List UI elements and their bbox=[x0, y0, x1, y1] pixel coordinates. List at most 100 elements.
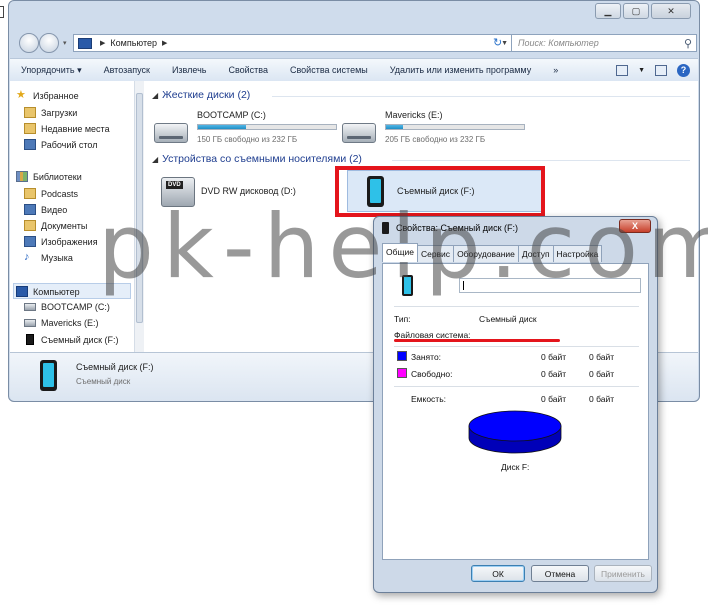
forward-button[interactable] bbox=[39, 33, 59, 53]
capacity-label: Емкость: bbox=[411, 394, 446, 404]
eject-button[interactable]: Извлечь bbox=[161, 65, 218, 75]
documents-icon bbox=[24, 220, 36, 231]
nav-item-podcasts[interactable]: Podcasts bbox=[24, 188, 78, 199]
background-window-edge bbox=[0, 6, 4, 18]
drive-usage-fill bbox=[386, 125, 403, 129]
preview-pane-icon[interactable] bbox=[655, 64, 667, 76]
autoplay-button[interactable]: Автозапуск bbox=[93, 65, 161, 75]
back-button[interactable] bbox=[19, 33, 39, 53]
group-divider bbox=[272, 96, 690, 97]
disk-usage-pie bbox=[468, 410, 562, 454]
nav-item-libraries[interactable]: Библиотеки bbox=[16, 171, 82, 182]
drive-name: BOOTCAMP (C:) bbox=[197, 110, 266, 120]
help-icon[interactable]: ? bbox=[677, 63, 690, 77]
group-header-removable[interactable]: ◢ Устройства со съемными носителями (2) bbox=[152, 153, 362, 165]
breadcrumb-arrow-icon[interactable]: ▶ bbox=[100, 39, 105, 47]
collapse-chevron-icon[interactable]: ◢ bbox=[152, 91, 158, 100]
capacity-bytes: 0 байт bbox=[541, 394, 567, 404]
view-dropdown-icon[interactable]: ▼ bbox=[638, 67, 645, 74]
window-controls: ▁ ▢ ✕ bbox=[595, 3, 691, 19]
nav-item-drive-e[interactable]: Mavericks (E:) bbox=[24, 318, 99, 328]
more-commands-button[interactable]: » bbox=[542, 65, 569, 75]
free-color-swatch bbox=[397, 368, 407, 378]
nav-item-desktop[interactable]: Рабочий стол bbox=[24, 139, 98, 150]
used-label: Занято: bbox=[411, 352, 442, 362]
apply-button[interactable]: Применить bbox=[594, 565, 652, 582]
free-size: 0 байт bbox=[589, 369, 615, 379]
nav-item-computer[interactable]: Компьютер bbox=[16, 286, 80, 297]
collapse-chevron-icon[interactable]: ◢ bbox=[152, 155, 158, 164]
star-icon: ★ bbox=[16, 89, 26, 101]
type-label: Тип: bbox=[394, 314, 411, 324]
group-divider bbox=[392, 160, 690, 161]
nav-label: Загрузки bbox=[41, 107, 78, 118]
nav-label: Mavericks (E:) bbox=[41, 318, 99, 328]
libraries-icon bbox=[16, 171, 28, 182]
address-row: ▾ ▶ Компьютер ▶ ▼ ↻ Поиск: Компьютер ⚲ bbox=[15, 31, 697, 55]
search-placeholder: Поиск: Компьютер bbox=[518, 38, 599, 48]
address-bar[interactable]: ▶ Компьютер ▶ ▼ bbox=[73, 34, 513, 52]
nav-item-music[interactable]: ♪ Музыка bbox=[24, 252, 73, 263]
group-header-hard-drives[interactable]: ◢ Жесткие диски (2) bbox=[152, 89, 250, 101]
ok-button[interactable]: ОК bbox=[471, 565, 525, 582]
drive-usage-bar bbox=[385, 124, 525, 130]
organize-label: Упорядочить bbox=[21, 64, 75, 75]
type-value: Съемный диск bbox=[479, 314, 537, 324]
refresh-icon[interactable]: ↻ bbox=[493, 36, 502, 49]
usb-drive-icon bbox=[26, 334, 34, 345]
view-options-icon[interactable] bbox=[616, 64, 629, 76]
nav-item-recent-places[interactable]: Недавние места bbox=[24, 123, 110, 134]
cancel-button[interactable]: Отмена bbox=[531, 565, 589, 582]
divider bbox=[394, 306, 639, 307]
minimize-button[interactable]: ▁ bbox=[595, 3, 621, 19]
hard-drive-icon bbox=[342, 123, 376, 143]
hard-drive-icon bbox=[24, 303, 36, 311]
desktop-icon bbox=[24, 139, 36, 150]
divider bbox=[394, 386, 639, 387]
video-icon bbox=[24, 204, 36, 215]
search-input[interactable]: Поиск: Компьютер ⚲ bbox=[511, 34, 697, 52]
system-properties-button[interactable]: Свойства системы bbox=[279, 65, 379, 75]
nav-item-favorites[interactable]: ★ Избранное bbox=[16, 90, 79, 101]
used-color-swatch bbox=[397, 351, 407, 361]
nav-item-video[interactable]: Видео bbox=[24, 204, 67, 215]
drive-free-space: 150 ГБ свободно из 232 ГБ bbox=[197, 135, 298, 144]
used-bytes: 0 байт bbox=[541, 352, 567, 362]
nav-label: Видео bbox=[41, 204, 68, 215]
nav-label: BOOTCAMP (C:) bbox=[41, 302, 110, 312]
nav-label: Избранное bbox=[33, 90, 79, 101]
details-name: Съемный диск (F:) bbox=[76, 362, 154, 372]
highlight-underline bbox=[394, 339, 560, 342]
general-tab-panel: Тип: Съемный диск Файловая система: Заня… bbox=[382, 263, 649, 560]
breadcrumb-arrow-icon[interactable]: ▶ bbox=[162, 39, 167, 47]
downloads-folder-icon bbox=[24, 107, 36, 118]
drive-name: Mavericks (E:) bbox=[385, 110, 443, 120]
group-title: Устройства со съемными носителями (2) bbox=[162, 153, 362, 165]
drive-usage-fill bbox=[198, 125, 247, 129]
hard-drive-icon bbox=[154, 123, 188, 143]
nav-item-documents[interactable]: Документы bbox=[24, 220, 87, 231]
tab-general[interactable]: Общие bbox=[382, 243, 418, 262]
images-icon bbox=[24, 236, 36, 247]
usb-drive-icon bbox=[40, 360, 57, 391]
computer-icon bbox=[78, 37, 92, 49]
uninstall-program-button[interactable]: Удалить или изменить программу bbox=[379, 65, 542, 75]
close-button[interactable]: ✕ bbox=[651, 3, 691, 19]
nav-item-drive-c[interactable]: BOOTCAMP (C:) bbox=[24, 302, 110, 312]
nav-label: Съемный диск (F:) bbox=[41, 334, 119, 345]
breadcrumb-computer[interactable]: Компьютер bbox=[110, 38, 157, 48]
recent-places-icon bbox=[24, 123, 36, 134]
nav-item-drive-f[interactable]: Съемный диск (F:) bbox=[24, 334, 119, 345]
recent-pages-dropdown[interactable]: ▾ bbox=[63, 39, 67, 47]
nav-item-downloads[interactable]: Загрузки bbox=[24, 107, 77, 118]
organize-button[interactable]: Упорядочить ▾ bbox=[10, 65, 93, 76]
capacity-size: 0 байт bbox=[589, 394, 615, 404]
divider bbox=[394, 346, 639, 347]
properties-button[interactable]: Свойства bbox=[217, 65, 279, 75]
free-bytes: 0 байт bbox=[541, 369, 567, 379]
search-icon[interactable]: ⚲ bbox=[684, 37, 692, 50]
nav-label: Изображения bbox=[41, 236, 98, 247]
nav-item-images[interactable]: Изображения bbox=[24, 236, 98, 247]
nav-label: Библиотеки bbox=[33, 171, 82, 182]
maximize-button[interactable]: ▢ bbox=[623, 3, 649, 19]
